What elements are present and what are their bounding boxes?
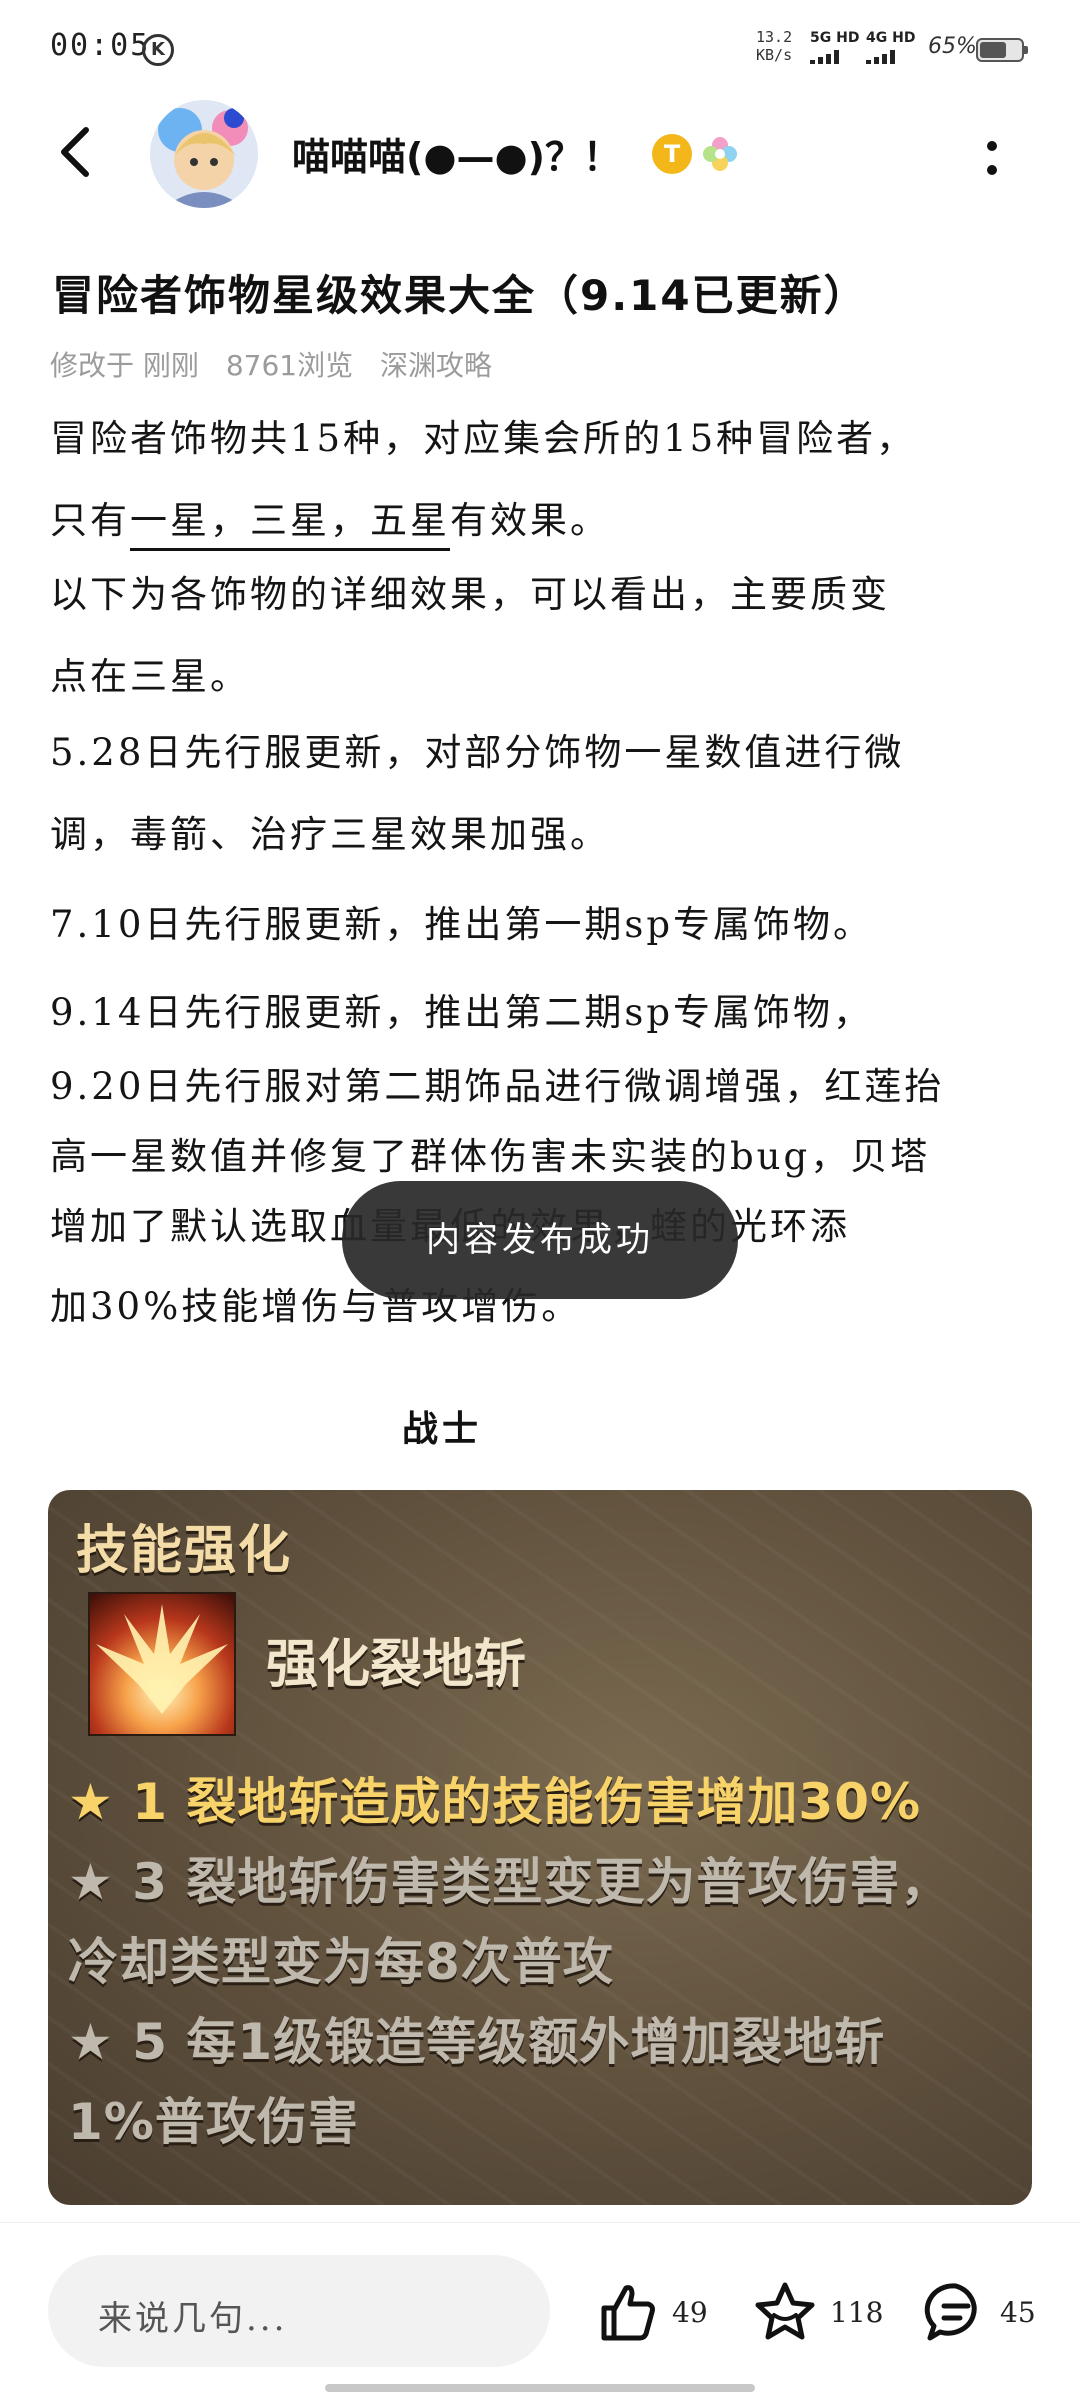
modified-time: 修改于 刚刚: [50, 349, 199, 382]
post-header: 喵喵喵(●—●)？！ T: [0, 100, 1080, 230]
body-line: 冒险者饰物共15种，对应集会所的15种冒险者，: [50, 417, 917, 460]
creator-badge-icon: T: [652, 134, 692, 174]
back-arrow-icon[interactable]: [48, 122, 108, 182]
avatar[interactable]: [150, 100, 258, 208]
body-text-segment: 有效果。: [450, 499, 610, 542]
signal-5g-label: 5G HD: [810, 30, 860, 46]
like-button[interactable]: 49: [596, 2277, 708, 2347]
post-title: 冒险者饰物星级效果大全（9.14已更新）: [52, 271, 868, 320]
post-category[interactable]: 深渊攻略: [380, 349, 492, 382]
skill-effect-star5-cont: 1%普攻伤害: [68, 2093, 359, 2151]
like-count: 49: [672, 2295, 708, 2329]
comment-input[interactable]: 来说几句...: [48, 2255, 550, 2367]
signal-bars-icon: [810, 50, 859, 64]
more-options-icon[interactable]: [982, 136, 1002, 180]
signal-4g-label: 4G HD: [866, 30, 916, 46]
favorite-count: 118: [830, 2295, 884, 2329]
thumbs-up-icon: [601, 2285, 655, 2341]
body-text-segment: 只有: [50, 499, 130, 542]
skill-effect-star3: ★ 3 裂地斩伤害类型变更为普攻伤害，: [68, 1853, 952, 1911]
status-time: 00:05: [50, 28, 151, 63]
skill-effect-star3-cont: 冷却类型变为每8次普攻: [68, 1933, 614, 1991]
author-name[interactable]: 喵喵喵(●—●)？！: [292, 126, 621, 181]
body-line: 5.28日先行服更新，对部分饰物一星数值进行微: [50, 731, 905, 774]
skill-burst-icon: [88, 1592, 236, 1736]
signal-5g: 5G HD: [810, 30, 859, 64]
body-line: 以下为各饰物的详细效果，可以看出，主要质变: [50, 573, 890, 616]
signal-bars-icon: [866, 50, 915, 64]
skill-card-image[interactable]: 技能强化 强化裂地斩 ★ 1 裂地斩造成的技能伤害增加30% ★ 3 裂地斩伤害…: [48, 1490, 1032, 2205]
body-line: 调，毒箭、治疗三星效果加强。: [50, 813, 610, 856]
flower-badge-icon: [703, 137, 737, 171]
post-meta: 修改于 刚刚 8761浏览 深渊攻略: [50, 344, 510, 384]
body-line: 点在三星。: [50, 655, 250, 698]
success-toast: 内容发布成功: [342, 1181, 738, 1299]
star-icon: [755, 2282, 815, 2340]
skill-effect-star1: ★ 1 裂地斩造成的技能伤害增加30%: [68, 1773, 922, 1831]
underlined-text: 一星，三星，五星: [130, 499, 450, 551]
skill-name: 强化裂地斩: [266, 1635, 527, 1695]
signal-4g: 4G HD: [866, 30, 915, 64]
body-line: 7.10日先行服更新，推出第一期sp专属饰物。: [50, 903, 874, 946]
view-count: 8761浏览: [225, 349, 354, 382]
battery-percent: 65%: [928, 34, 977, 59]
comment-button[interactable]: 45: [924, 2277, 1036, 2347]
body-line: 9.14日先行服更新，推出第二期sp专属饰物，: [50, 991, 874, 1034]
bottom-action-bar: 来说几句... 49 118 45: [0, 2222, 1080, 2401]
skill-effect-star5: ★ 5 每1级锻造等级额外增加裂地斩: [68, 2013, 886, 2071]
comment-bubble-icon: [924, 2283, 977, 2341]
body-line: 高一星数值并修复了群体伤害未实装的bug，贝塔: [50, 1135, 931, 1178]
network-speed-unit: KB/s: [756, 46, 793, 64]
body-line: 9.20日先行服对第二期饰品进行微调增强，红莲抬: [50, 1065, 945, 1108]
comment-placeholder: 来说几句...: [98, 2299, 288, 2339]
network-speed-value: 13.2: [756, 28, 793, 46]
comment-count: 45: [1000, 2295, 1036, 2329]
home-indicator[interactable]: [325, 2384, 755, 2392]
body-line: 只有一星，三星，五星有效果。: [50, 490, 610, 551]
battery-icon: [976, 38, 1028, 62]
k-notification-icon: K: [142, 34, 174, 66]
favorite-button[interactable]: 118: [752, 2277, 883, 2347]
network-speed: 13.2 KB/s: [756, 28, 792, 64]
section-heading: 战士: [402, 1409, 483, 1450]
status-bar: 00:05 K 13.2 KB/s 5G HD 4G HD 65%: [0, 0, 1080, 110]
skill-card-header: 技能强化: [76, 1521, 293, 1581]
